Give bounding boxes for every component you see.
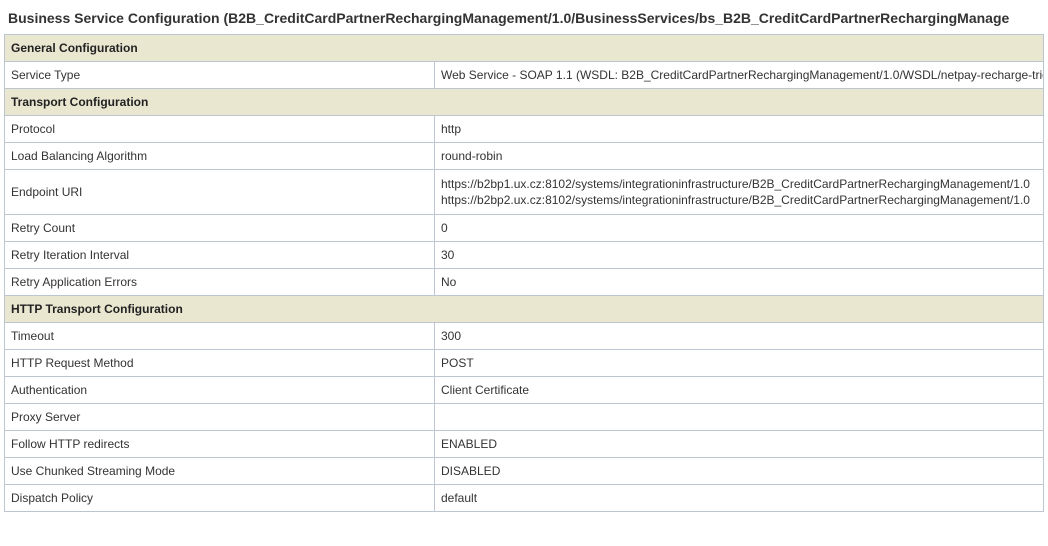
- section-http-header: HTTP Transport Configuration: [5, 296, 1044, 323]
- label-http-method: HTTP Request Method: [5, 350, 435, 377]
- label-dispatch-policy: Dispatch Policy: [5, 485, 435, 512]
- value-service-type: Web Service - SOAP 1.1 (WSDL: B2B_Credit…: [435, 62, 1044, 89]
- section-general-header: General Configuration: [5, 35, 1044, 62]
- section-http: HTTP Transport Configuration: [5, 296, 1044, 323]
- row-protocol: Protocol http: [5, 116, 1044, 143]
- value-dispatch-policy: default: [435, 485, 1044, 512]
- label-retry-count: Retry Count: [5, 215, 435, 242]
- value-http-method: POST: [435, 350, 1044, 377]
- endpoint-uri-2: https://b2bp2.ux.cz:8102/systems/integra…: [441, 192, 1037, 208]
- value-timeout: 300: [435, 323, 1044, 350]
- value-endpoint-uri: https://b2bp1.ux.cz:8102/systems/integra…: [435, 170, 1044, 215]
- value-retry-interval: 30: [435, 242, 1044, 269]
- row-chunked-mode: Use Chunked Streaming Mode DISABLED: [5, 458, 1044, 485]
- row-proxy-server: Proxy Server: [5, 404, 1044, 431]
- section-general: General Configuration: [5, 35, 1044, 62]
- label-proxy-server: Proxy Server: [5, 404, 435, 431]
- page-title: Business Service Configuration (B2B_Cred…: [4, 4, 1044, 34]
- label-service-type: Service Type: [5, 62, 435, 89]
- label-follow-redirects: Follow HTTP redirects: [5, 431, 435, 458]
- label-timeout: Timeout: [5, 323, 435, 350]
- label-load-balancing: Load Balancing Algorithm: [5, 143, 435, 170]
- row-http-method: HTTP Request Method POST: [5, 350, 1044, 377]
- value-proxy-server: [435, 404, 1044, 431]
- value-chunked-mode: DISABLED: [435, 458, 1044, 485]
- endpoint-uri-1: https://b2bp1.ux.cz:8102/systems/integra…: [441, 176, 1037, 192]
- label-endpoint-uri: Endpoint URI: [5, 170, 435, 215]
- label-protocol: Protocol: [5, 116, 435, 143]
- section-transport: Transport Configuration: [5, 89, 1044, 116]
- value-follow-redirects: ENABLED: [435, 431, 1044, 458]
- row-endpoint-uri: Endpoint URI https://b2bp1.ux.cz:8102/sy…: [5, 170, 1044, 215]
- row-retry-interval: Retry Iteration Interval 30: [5, 242, 1044, 269]
- value-retry-count: 0: [435, 215, 1044, 242]
- value-protocol: http: [435, 116, 1044, 143]
- row-load-balancing: Load Balancing Algorithm round-robin: [5, 143, 1044, 170]
- config-table: General Configuration Service Type Web S…: [4, 34, 1044, 512]
- section-transport-header: Transport Configuration: [5, 89, 1044, 116]
- label-retry-app-errors: Retry Application Errors: [5, 269, 435, 296]
- row-follow-redirects: Follow HTTP redirects ENABLED: [5, 431, 1044, 458]
- label-authentication: Authentication: [5, 377, 435, 404]
- label-chunked-mode: Use Chunked Streaming Mode: [5, 458, 435, 485]
- row-dispatch-policy: Dispatch Policy default: [5, 485, 1044, 512]
- row-service-type: Service Type Web Service - SOAP 1.1 (WSD…: [5, 62, 1044, 89]
- value-load-balancing: round-robin: [435, 143, 1044, 170]
- value-retry-app-errors: No: [435, 269, 1044, 296]
- row-retry-app-errors: Retry Application Errors No: [5, 269, 1044, 296]
- label-retry-interval: Retry Iteration Interval: [5, 242, 435, 269]
- row-authentication: Authentication Client Certificate: [5, 377, 1044, 404]
- row-timeout: Timeout 300: [5, 323, 1044, 350]
- value-authentication: Client Certificate: [435, 377, 1044, 404]
- row-retry-count: Retry Count 0: [5, 215, 1044, 242]
